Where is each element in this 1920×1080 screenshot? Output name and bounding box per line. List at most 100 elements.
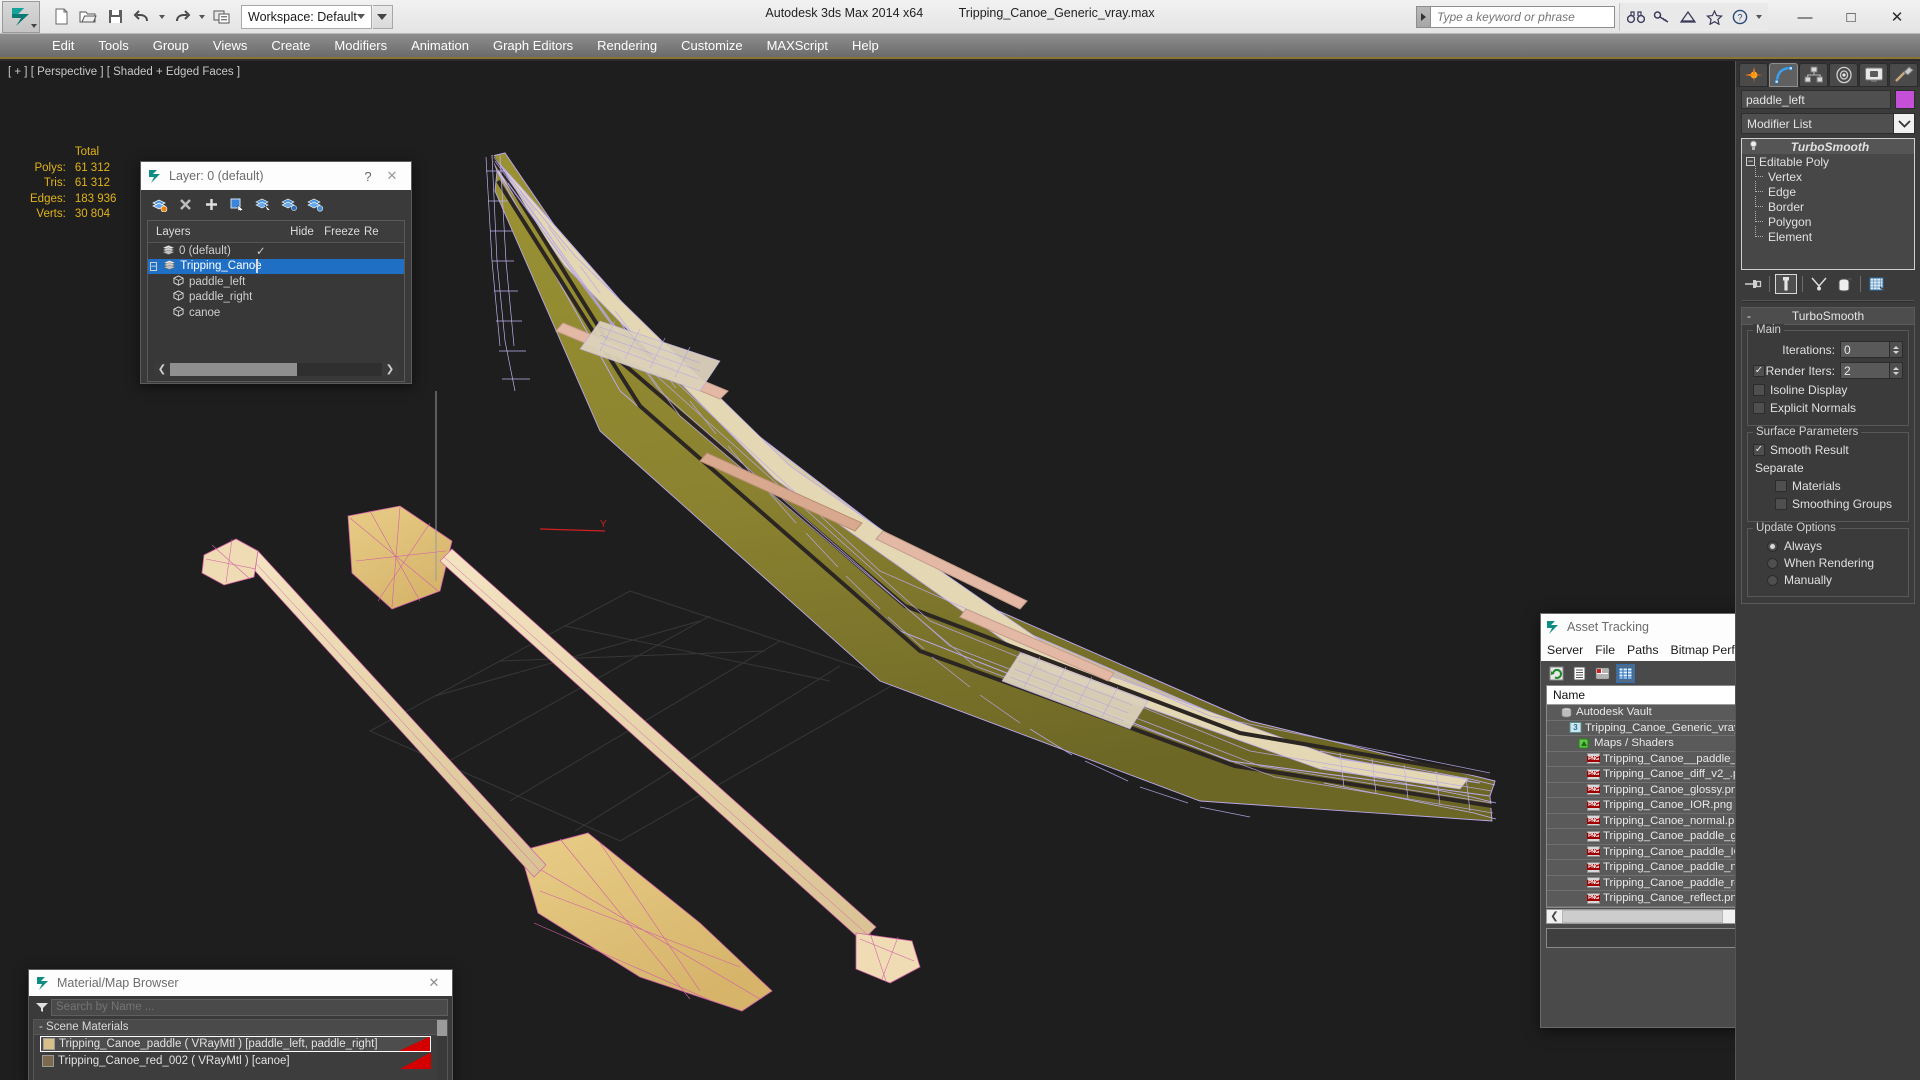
layer-list-hscrollbar[interactable]: ❮ ❯ xyxy=(154,362,398,377)
menu-item-tools[interactable]: Tools xyxy=(86,35,140,57)
layer-properties-icon[interactable] xyxy=(305,194,325,214)
scroll-track[interactable] xyxy=(170,363,382,376)
asset-menu-paths[interactable]: Paths xyxy=(1627,643,1658,657)
display-tab-icon[interactable] xyxy=(1859,63,1888,87)
asset-menu-file[interactable]: File xyxy=(1595,643,1615,657)
scroll-thumb[interactable] xyxy=(170,363,298,376)
list-view-icon[interactable] xyxy=(1570,664,1589,683)
stack-item-polygon[interactable]: Polygon xyxy=(1742,211,1914,229)
object-name-field[interactable]: paddle_left xyxy=(1741,90,1891,109)
star-icon[interactable] xyxy=(1701,4,1727,30)
show-end-result-icon[interactable] xyxy=(1775,274,1797,294)
render-iters-value[interactable]: 2 xyxy=(1840,362,1890,379)
layer-row-canoe[interactable]: canoe xyxy=(148,305,404,321)
layer-active-cell[interactable] xyxy=(256,259,284,274)
layer-active-cell[interactable]: ✓ xyxy=(256,244,284,258)
render-iters-spinner-buttons[interactable] xyxy=(1890,362,1903,379)
menu-item-help[interactable]: Help xyxy=(840,35,891,57)
iterations-value[interactable]: 0 xyxy=(1840,341,1890,358)
open-file-icon[interactable] xyxy=(75,4,101,30)
create-new-layer-icon[interactable] xyxy=(149,194,169,214)
set-project-folder-icon[interactable] xyxy=(209,4,235,30)
layer-explorer-dialog[interactable]: Layer: 0 (default) ? ✕ Layers Hide Freez… xyxy=(140,161,412,384)
help-icon[interactable]: ? xyxy=(1727,4,1753,30)
update-when-rendering-radio[interactable] xyxy=(1767,557,1778,569)
key-icon[interactable] xyxy=(1649,4,1675,30)
material-search-input[interactable] xyxy=(51,998,448,1016)
command-panel[interactable]: paddle_left Modifier List TurboSmooth − Ed… xyxy=(1735,61,1920,1080)
separate-materials-row[interactable]: Materials xyxy=(1753,479,1903,493)
material-item[interactable]: Tripping_Canoe_red_002 ( VRayMtl ) [cano… xyxy=(40,1053,431,1069)
redo-icon[interactable] xyxy=(169,4,195,30)
modify-tab-icon[interactable] xyxy=(1769,63,1798,87)
layer-dialog-titlebar[interactable]: Layer: 0 (default) ? ✕ xyxy=(141,162,411,190)
scroll-left-icon[interactable]: ❮ xyxy=(154,362,170,377)
modifier-light-icon[interactable] xyxy=(1748,140,1759,154)
search-expand-icon[interactable] xyxy=(1416,6,1431,28)
search-box[interactable] xyxy=(1416,6,1615,28)
expander-icon[interactable]: − xyxy=(150,261,158,271)
separate-smoothing-groups-checkbox[interactable] xyxy=(1775,498,1787,510)
layer-row-tripping-canoe[interactable]: − Tripping_Canoe xyxy=(148,258,404,274)
scroll-left-icon[interactable]: ❮ xyxy=(1547,910,1562,923)
menu-item-rendering[interactable]: Rendering xyxy=(585,35,669,57)
object-color-swatch[interactable] xyxy=(1895,90,1915,109)
update-manually-radio[interactable] xyxy=(1767,574,1778,586)
menu-item-animation[interactable]: Animation xyxy=(399,35,481,57)
material-list-vscrollbar[interactable] xyxy=(437,1020,447,1080)
chevron-down-icon[interactable] xyxy=(1894,113,1915,134)
isoline-display-row[interactable]: Isoline Display xyxy=(1753,383,1903,397)
smooth-result-row[interactable]: ✓ Smooth Result xyxy=(1753,443,1903,457)
workspace-selector[interactable]: Workspace: Default xyxy=(241,4,372,29)
workspace-dropdown-button[interactable] xyxy=(372,4,393,29)
update-always-row[interactable]: Always xyxy=(1753,539,1903,553)
grid-view-icon[interactable] xyxy=(1616,663,1635,683)
material-browser-titlebar[interactable]: Material/Map Browser ✕ xyxy=(29,970,452,996)
stack-item-editable-poly[interactable]: − Editable Poly xyxy=(1742,154,1914,169)
refresh-icon[interactable] xyxy=(1547,664,1566,683)
utilities-tab-icon[interactable] xyxy=(1889,63,1918,87)
save-icon[interactable] xyxy=(102,4,128,30)
stack-item-edge[interactable]: Edge xyxy=(1742,181,1914,199)
details-view-icon[interactable] xyxy=(1593,664,1612,683)
new-file-icon[interactable] xyxy=(48,4,74,30)
highlight-selected-icon[interactable] xyxy=(279,194,299,214)
smooth-result-checkbox[interactable]: ✓ xyxy=(1753,444,1765,456)
layer-list[interactable]: Layers Hide Freeze Re 0 (default) ✓ − Tripp… xyxy=(147,220,405,382)
app-logo-button[interactable] xyxy=(2,0,40,33)
material-map-browser[interactable]: Material/Map Browser ✕ - Scene Materials… xyxy=(28,969,453,1080)
iterations-spinner-buttons[interactable] xyxy=(1890,341,1903,358)
transform-gizmo[interactable]: Y xyxy=(435,391,607,581)
scene-materials-group-header[interactable]: - Scene Materials xyxy=(34,1020,447,1035)
hierarchy-tab-icon[interactable] xyxy=(1799,63,1828,87)
stack-item-vertex[interactable]: Vertex xyxy=(1742,166,1914,184)
scroll-thumb[interactable] xyxy=(1562,909,1724,923)
iterations-spinner[interactable]: 0 xyxy=(1840,341,1903,358)
separate-smoothing-groups-row[interactable]: Smoothing Groups xyxy=(1753,497,1903,511)
menu-item-edit[interactable]: Edit xyxy=(40,35,86,57)
material-item[interactable]: Tripping_Canoe_paddle ( VRayMtl ) [paddl… xyxy=(40,1036,431,1052)
menu-item-create[interactable]: Create xyxy=(259,35,322,57)
active-layer-toggle[interactable] xyxy=(256,259,258,274)
menu-item-customize[interactable]: Customize xyxy=(669,35,754,57)
modifier-list-field[interactable]: Modifier List xyxy=(1741,113,1894,134)
menu-item-graph-editors[interactable]: Graph Editors xyxy=(481,35,585,57)
explicit-normals-row[interactable]: Explicit Normals xyxy=(1753,401,1903,415)
render-iters-spinner[interactable]: 2 xyxy=(1840,362,1903,379)
menu-item-group[interactable]: Group xyxy=(141,35,201,57)
binoculars-icon[interactable] xyxy=(1623,4,1649,30)
maximize-button[interactable]: □ xyxy=(1828,1,1874,33)
stack-item-border[interactable]: Border xyxy=(1742,196,1914,214)
viewport[interactable]: [ + ] [ Perspective ] [ Shaded + Edged F… xyxy=(0,61,1735,1080)
menu-item-maxscript[interactable]: MAXScript xyxy=(755,35,840,57)
rollout-collapse-icon[interactable]: - xyxy=(1747,309,1751,323)
search-input[interactable] xyxy=(1431,6,1615,28)
motion-tab-icon[interactable] xyxy=(1829,63,1858,87)
menu-item-views[interactable]: Views xyxy=(201,35,259,57)
select-highlighted-icon[interactable] xyxy=(253,194,273,214)
minimize-button[interactable]: — xyxy=(1782,1,1828,33)
redo-caret-icon[interactable] xyxy=(199,14,205,19)
isoline-display-checkbox[interactable] xyxy=(1753,384,1765,396)
undo-caret-icon[interactable] xyxy=(159,14,165,19)
scroll-thumb[interactable] xyxy=(437,1020,447,1036)
